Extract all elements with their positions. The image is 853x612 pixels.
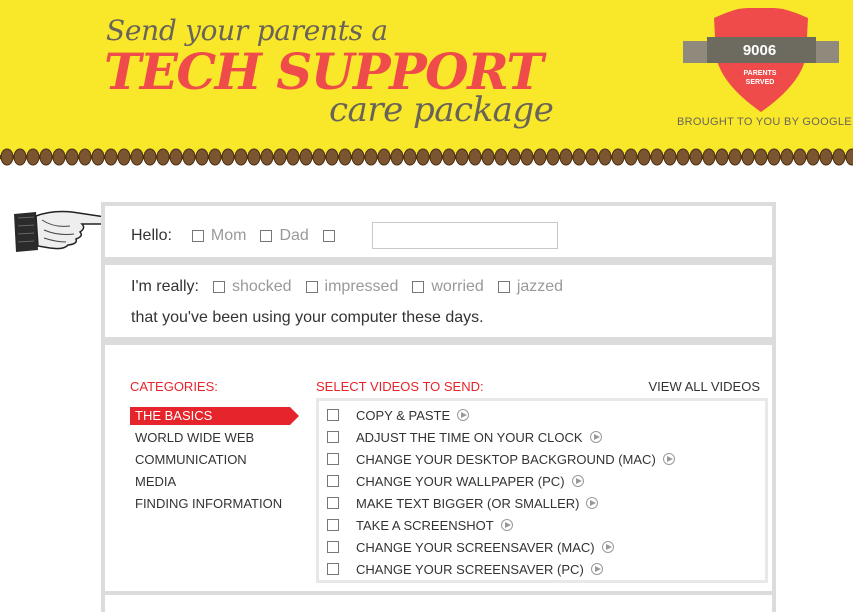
- checkbox-icon[interactable]: [412, 281, 425, 293]
- video-item[interactable]: CHANGE YOUR WALLPAPER (PC): [327, 472, 584, 490]
- play-icon[interactable]: [589, 431, 602, 443]
- view-all-videos-link[interactable]: VIEW ALL VIDEOS: [648, 379, 760, 394]
- mood-option-shocked[interactable]: shocked: [212, 278, 292, 296]
- option-label: Mom: [210, 226, 247, 244]
- option-label: shocked: [231, 278, 292, 295]
- category-communication[interactable]: COMMUNICATION: [130, 451, 300, 469]
- brought-by-google: BROUGHT TO YOU BY GOOGLE: [677, 116, 852, 128]
- mood-panel: I'm really: shocked impressed worried ja…: [101, 261, 776, 341]
- video-item[interactable]: CHANGE YOUR SCREENSAVER (PC): [327, 560, 603, 578]
- parents-served-label: PARENTS SERVED: [725, 69, 795, 87]
- checkbox-icon[interactable]: [497, 281, 510, 293]
- video-title: COPY & PASTE: [356, 407, 451, 423]
- play-icon[interactable]: [571, 475, 584, 487]
- category-finding-information[interactable]: FINDING INFORMATION: [130, 495, 300, 513]
- video-title: CHANGE YOUR WALLPAPER (PC): [356, 473, 565, 489]
- video-item[interactable]: CHANGE YOUR SCREENSAVER (MAC): [327, 538, 614, 556]
- hello-row: Hello: Mom Dad: [131, 222, 558, 249]
- play-icon[interactable]: [590, 563, 603, 575]
- category-the-basics[interactable]: THE BASICS: [130, 407, 299, 425]
- category-media[interactable]: MEDIA: [130, 473, 300, 491]
- video-title: CHANGE YOUR SCREENSAVER (PC): [356, 561, 584, 577]
- play-icon[interactable]: [662, 453, 675, 465]
- video-item[interactable]: CHANGE YOUR DESKTOP BACKGROUND (MAC): [327, 450, 675, 468]
- hello-panel: Hello: Mom Dad: [101, 202, 776, 261]
- mood-option-jazzed[interactable]: jazzed: [497, 278, 564, 296]
- play-icon[interactable]: [586, 497, 599, 509]
- select-videos-title: SELECT VIDEOS TO SEND:: [316, 379, 484, 394]
- category-world-wide-web[interactable]: WORLD WIDE WEB: [130, 429, 300, 447]
- video-item[interactable]: COPY & PASTE: [327, 406, 470, 424]
- checkbox-icon[interactable]: [212, 281, 225, 293]
- video-title: MAKE TEXT BIGGER (OR SMALLER): [356, 495, 580, 511]
- checkbox-icon[interactable]: [327, 431, 339, 443]
- checkbox-icon[interactable]: [327, 519, 339, 531]
- mood-option-impressed[interactable]: impressed: [305, 278, 399, 296]
- mood-option-worried[interactable]: worried: [412, 278, 484, 296]
- video-item[interactable]: MAKE TEXT BIGGER (OR SMALLER): [327, 494, 599, 512]
- video-title: ADJUST THE TIME ON YOUR CLOCK: [356, 429, 583, 445]
- checkbox-icon[interactable]: [322, 229, 335, 242]
- checkbox-icon[interactable]: [260, 229, 273, 242]
- checkbox-icon[interactable]: [327, 475, 339, 487]
- served-label-line1: PARENTS: [743, 70, 777, 77]
- video-title: CHANGE YOUR SCREENSAVER (MAC): [356, 539, 595, 555]
- hello-label: Hello:: [131, 226, 172, 244]
- option-label: impressed: [324, 278, 399, 295]
- play-icon[interactable]: [457, 409, 470, 421]
- mood-row: I'm really: shocked impressed worried ja…: [131, 278, 577, 296]
- checkbox-icon[interactable]: [327, 453, 339, 465]
- hello-option-custom[interactable]: [322, 229, 342, 242]
- video-item[interactable]: ADJUST THE TIME ON YOUR CLOCK: [327, 428, 602, 446]
- videos-panel: CATEGORIES: THE BASICS WORLD WIDE WEB CO…: [101, 341, 776, 595]
- option-label: jazzed: [516, 278, 564, 295]
- hello-option-mom[interactable]: Mom: [191, 226, 247, 245]
- video-title: CHANGE YOUR DESKTOP BACKGROUND (MAC): [356, 451, 656, 467]
- video-item[interactable]: TAKE A SCREENSHOT: [327, 516, 513, 534]
- tagline-line3: care package: [329, 90, 554, 130]
- video-list: COPY & PASTE ADJUST THE TIME ON YOUR CLO…: [316, 398, 768, 583]
- parents-served-counter: 9006: [742, 42, 777, 59]
- custom-name-input[interactable]: [371, 222, 558, 249]
- hello-option-dad[interactable]: Dad: [260, 226, 309, 245]
- mood-label: I'm really:: [131, 278, 199, 295]
- categories-title: CATEGORIES:: [130, 379, 218, 394]
- header-banner: Send your parents a TECH SUPPORT care pa…: [0, 0, 853, 160]
- checkbox-icon[interactable]: [327, 563, 339, 575]
- next-panel: [101, 591, 776, 612]
- checkbox-icon[interactable]: [305, 281, 318, 293]
- video-title: TAKE A SCREENSHOT: [356, 517, 494, 533]
- option-label: Dad: [279, 226, 309, 244]
- checkbox-icon[interactable]: [327, 497, 339, 509]
- checkbox-icon[interactable]: [327, 541, 339, 553]
- rope-divider: [0, 143, 853, 166]
- option-label: worried: [431, 278, 484, 295]
- checkbox-icon[interactable]: [327, 409, 339, 421]
- checkbox-icon[interactable]: [191, 229, 204, 242]
- mood-sentence-end: that you've been using your computer the…: [131, 309, 484, 326]
- served-label-line2: SERVED: [745, 79, 775, 86]
- play-icon[interactable]: [601, 541, 614, 553]
- play-icon[interactable]: [500, 519, 513, 531]
